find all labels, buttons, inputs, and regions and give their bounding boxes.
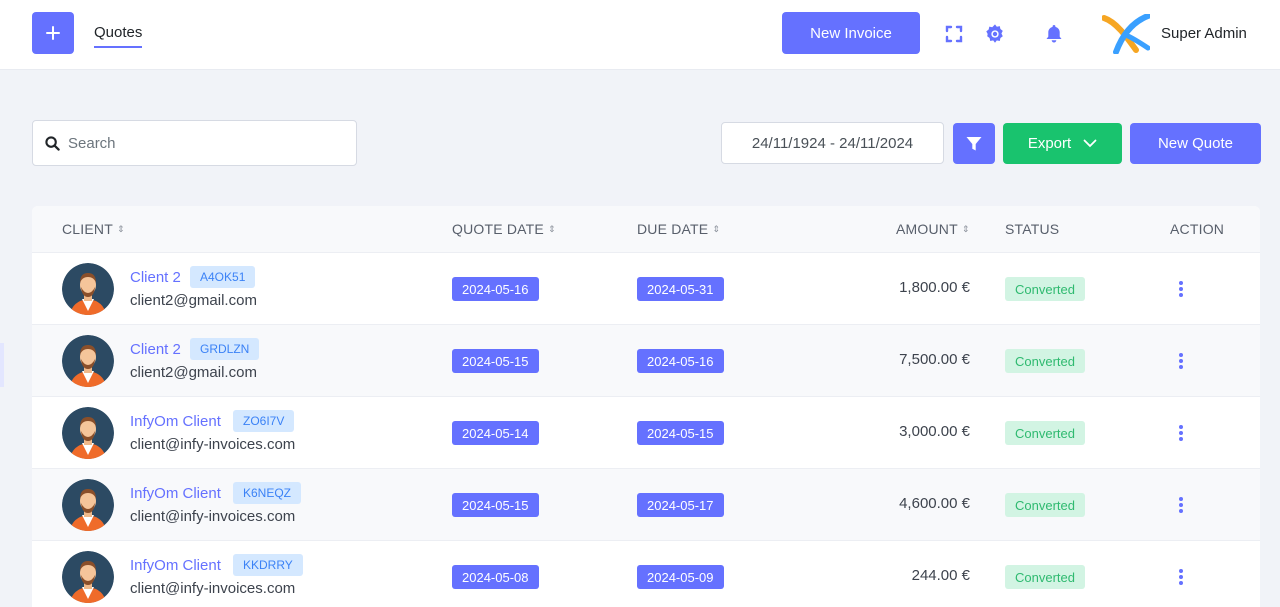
nav-tab-quotes[interactable]: Quotes [94, 24, 143, 48]
due-date-badge: 2024-05-09 [637, 565, 724, 589]
kebab-menu-icon [1179, 353, 1183, 357]
plus-icon [46, 26, 60, 40]
client-email: client@infy-invoices.com [130, 508, 296, 525]
new-quote-button[interactable]: New Quote [1130, 123, 1261, 164]
table-header: CLIENT ⇕ QUOTE DATE ⇕ DUE DATE ⇕ AMOUNT ⇕ ST… [32, 206, 1260, 253]
client-email: client2@gmail.com [130, 364, 257, 381]
amount-value: 1,800.00 € [899, 279, 970, 296]
fullscreen-icon [945, 25, 963, 43]
search-box[interactable] [32, 120, 357, 166]
quote-date-badge: 2024-05-08 [452, 565, 539, 589]
column-status: STATUS [1005, 221, 1060, 237]
table-row: InfyOm Client K6NEQZ client@infy-invoice… [32, 469, 1260, 541]
kebab-menu-icon [1179, 497, 1183, 501]
top-bar: Quotes New Invoice Super Admin [0, 0, 1280, 70]
row-action-menu[interactable] [1177, 495, 1185, 515]
export-label: Export [1027, 135, 1072, 152]
amount-value: 4,600.00 € [899, 495, 970, 512]
status-badge: Converted [1005, 277, 1085, 301]
quote-code-badge[interactable]: A4OK51 [190, 266, 256, 288]
due-date-badge: 2024-05-15 [637, 421, 724, 445]
table-row: InfyOm Client ZO6I7V client@infy-invoice… [32, 397, 1260, 469]
client-name-link[interactable]: InfyOm Client [130, 557, 221, 574]
search-icon [45, 135, 60, 151]
quote-code-badge[interactable]: GRDLZN [190, 338, 260, 360]
user-avatar-icon [62, 479, 114, 531]
quote-code-badge[interactable]: K6NEQZ [233, 482, 302, 504]
quotes-table: CLIENT ⇕ QUOTE DATE ⇕ DUE DATE ⇕ AMOUNT ⇕ ST… [32, 206, 1260, 607]
user-name[interactable]: Super Admin [1161, 25, 1247, 42]
table-row: Client 2 GRDLZN client2@gmail.com 2024-0… [32, 325, 1260, 397]
bell-icon [1046, 25, 1062, 43]
kebab-menu-icon [1179, 281, 1183, 285]
sort-icon: ⇕ [712, 223, 721, 234]
quote-code-badge[interactable]: KKDRRY [233, 554, 303, 576]
sort-icon: ⇕ [117, 223, 125, 234]
column-action: ACTION [1170, 221, 1225, 237]
client-email: client2@gmail.com [130, 292, 257, 309]
client-email: client@infy-invoices.com [130, 580, 296, 597]
status-badge: Converted [1005, 349, 1085, 373]
date-range-picker[interactable]: 24/11/1924 - 24/11/2024 [721, 122, 944, 164]
search-input[interactable] [68, 134, 338, 152]
quote-date-badge: 2024-05-16 [452, 277, 539, 301]
sidebar-edge [0, 343, 4, 387]
client-name-link[interactable]: InfyOm Client [130, 485, 221, 502]
sort-icon: ⇕ [961, 223, 970, 234]
row-action-menu[interactable] [1177, 351, 1185, 371]
user-avatar-icon [62, 335, 114, 387]
fullscreen-button[interactable] [942, 22, 966, 46]
app-logo [1101, 13, 1151, 55]
client-email: client@infy-invoices.com [130, 436, 296, 453]
status-badge: Converted [1005, 493, 1085, 517]
row-action-menu[interactable] [1177, 567, 1185, 587]
amount-value: 7,500.00 € [899, 351, 970, 368]
table-row: Client 2 A4OK51 client2@gmail.com 2024-0… [32, 253, 1260, 325]
filter-icon [966, 136, 982, 150]
user-avatar-icon [62, 551, 114, 603]
sort-icon: ⇕ [547, 223, 556, 234]
row-action-menu[interactable] [1177, 279, 1185, 299]
row-action-menu[interactable] [1177, 423, 1185, 443]
kebab-menu-icon [1179, 425, 1183, 429]
export-button[interactable]: Export [1003, 123, 1122, 164]
column-amount[interactable]: AMOUNT ⇕ [896, 221, 970, 237]
due-date-badge: 2024-05-17 [637, 493, 724, 517]
due-date-badge: 2024-05-31 [637, 277, 724, 301]
client-name-link[interactable]: Client 2 [130, 341, 181, 358]
quote-date-badge: 2024-05-14 [452, 421, 539, 445]
quote-date-badge: 2024-05-15 [452, 349, 539, 373]
user-avatar-icon [62, 407, 114, 459]
amount-value: 3,000.00 € [899, 423, 970, 440]
client-name-link[interactable]: InfyOm Client [130, 413, 221, 430]
column-quote-date[interactable]: QUOTE DATE ⇕ [452, 221, 556, 237]
column-due-date[interactable]: DUE DATE ⇕ [637, 221, 720, 237]
settings-button[interactable] [983, 22, 1007, 46]
column-client[interactable]: CLIENT ⇕ [62, 221, 125, 237]
gear-icon [986, 24, 1003, 43]
quote-code-badge[interactable]: ZO6I7V [233, 410, 295, 432]
add-button[interactable] [32, 12, 74, 54]
quote-date-badge: 2024-05-15 [452, 493, 539, 517]
new-invoice-button[interactable]: New Invoice [782, 12, 920, 54]
filter-button[interactable] [953, 123, 995, 164]
notifications-button[interactable] [1042, 22, 1066, 46]
table-row: InfyOm Client KKDRRY client@infy-invoice… [32, 541, 1260, 607]
kebab-menu-icon [1179, 569, 1183, 573]
user-avatar-icon [62, 263, 114, 315]
status-badge: Converted [1005, 565, 1085, 589]
status-badge: Converted [1005, 421, 1085, 445]
due-date-badge: 2024-05-16 [637, 349, 724, 373]
client-name-link[interactable]: Client 2 [130, 269, 181, 286]
chevron-down-icon [1083, 139, 1097, 148]
amount-value: 244.00 € [911, 567, 970, 584]
